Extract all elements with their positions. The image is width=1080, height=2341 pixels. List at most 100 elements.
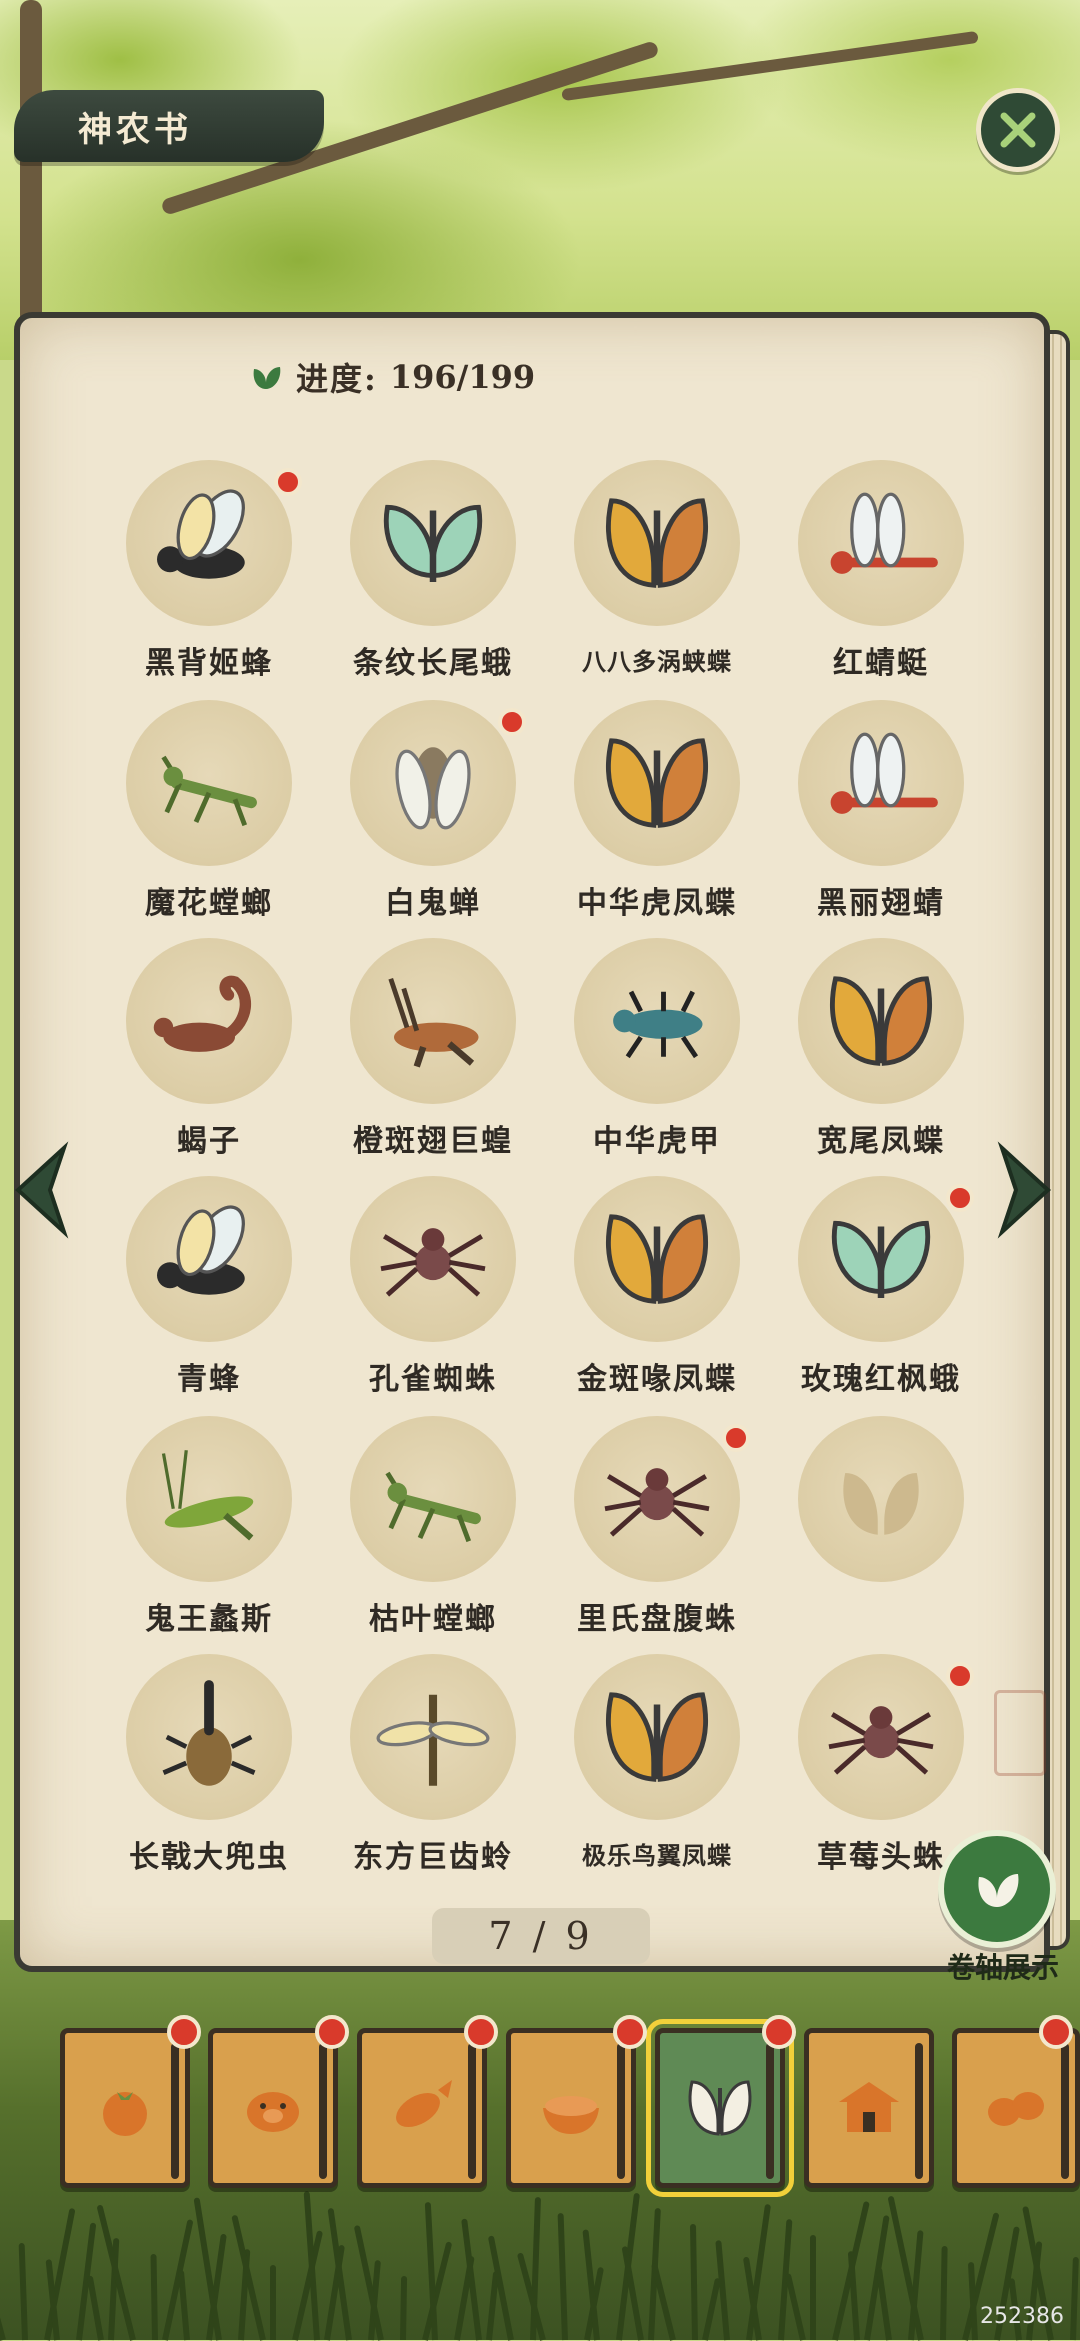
item-label: 东方巨齿蛉: [353, 1840, 513, 1875]
moth-icon: [383, 504, 483, 582]
collection-item[interactable]: 中华虎凤蝶: [552, 700, 762, 930]
house-icon: [839, 2082, 899, 2132]
scroll-display-button[interactable]: [938, 1830, 1056, 1948]
grass-blade: [689, 2223, 698, 2341]
item-label: 极乐鸟翼凤蝶: [582, 1841, 732, 1870]
category-tab[interactable]: [952, 2015, 1080, 2188]
item-label: 黑背姬蜂: [145, 646, 273, 681]
spider-icon: [604, 1468, 710, 1537]
item-portrait: [798, 1654, 964, 1820]
beetle-icon: [613, 990, 703, 1059]
next-page-arrow[interactable]: [992, 1140, 1062, 1240]
item-label: 红蜻蜓: [833, 646, 929, 681]
item-label: 鬼王蠡斯: [145, 1602, 273, 1637]
page-title: 神农书: [14, 90, 324, 162]
grass-blade: [231, 2214, 266, 2341]
item-portrait: [798, 700, 964, 866]
locust-icon: [388, 977, 479, 1068]
collection-item[interactable]: 条纹长尾蛾: [328, 460, 538, 690]
collection-item[interactable]: 白鬼蝉: [328, 700, 538, 930]
category-tab[interactable]: [357, 2015, 498, 2188]
progress-indicator: 进度: 196/199: [248, 352, 535, 402]
grass-blade: [847, 2251, 860, 2341]
mantis-icon: [385, 1471, 481, 1543]
category-tab[interactable]: [208, 2015, 349, 2188]
collection-item[interactable]: 青蜂: [104, 1176, 314, 1406]
collection-item[interactable]: 鬼王蠡斯: [104, 1416, 314, 1646]
category-tab[interactable]: [506, 2015, 647, 2188]
seal-stamp: [994, 1690, 1046, 1776]
item-portrait: [574, 1176, 740, 1342]
new-badge: [722, 1424, 750, 1452]
collection-item[interactable]: 中华虎甲: [552, 938, 762, 1168]
collection-item[interactable]: 黑背姬蜂: [104, 460, 314, 690]
item-portrait: [574, 700, 740, 866]
collection-item[interactable]: 东方巨齿蛉: [328, 1654, 538, 1884]
item-portrait: [350, 700, 516, 866]
locked-butterfly-icon: [843, 1473, 919, 1535]
collection-item[interactable]: 玫瑰红枫蛾: [776, 1176, 986, 1406]
collection-item[interactable]: 枯叶螳螂: [328, 1416, 538, 1646]
new-badge: [946, 1184, 974, 1212]
item-portrait: [126, 1654, 292, 1820]
collection-item[interactable]: 长戟大兜虫: [104, 1654, 314, 1884]
collection-item[interactable]: 里氏盘腹蛛: [552, 1416, 762, 1646]
category-tab[interactable]: [804, 2028, 934, 2188]
page-indicator: 7 / 9: [432, 1908, 650, 1964]
grass-blade: [0, 2281, 6, 2341]
item-label: 白鬼蝉: [385, 886, 481, 921]
item-label: 青蜂: [177, 1362, 241, 1397]
item-portrait: [350, 1416, 516, 1582]
collection-item[interactable]: 魔花螳螂: [104, 700, 314, 930]
collection-item[interactable]: 橙斑翅巨蝗: [328, 938, 538, 1168]
collection-item-locked[interactable]: [776, 1416, 986, 1646]
item-label: 里氏盘腹蛛: [577, 1602, 737, 1637]
collection-item[interactable]: 孔雀蜘蛛: [328, 1176, 538, 1406]
collection-item[interactable]: 红蜻蜓: [776, 460, 986, 690]
spider-icon: [380, 1228, 486, 1297]
item-portrait: [574, 938, 740, 1104]
mantis-icon: [161, 755, 257, 827]
close-button[interactable]: [976, 88, 1060, 172]
spider-icon: [828, 1706, 934, 1775]
tree-trunk: [20, 0, 42, 340]
new-badge: [274, 468, 302, 496]
progress-value: 196/199: [389, 358, 536, 396]
item-label: 橙斑翅巨蝗: [353, 1124, 513, 1159]
category-tab[interactable]: [60, 2015, 201, 2188]
wasp-icon: [157, 1205, 245, 1295]
item-portrait: [798, 1176, 964, 1342]
grass-blade: [270, 2265, 276, 2340]
previous-page-arrow[interactable]: [4, 1140, 74, 1240]
collection-item[interactable]: 黑丽翅蜻: [776, 700, 986, 930]
new-badge: [464, 2015, 498, 2049]
watermark: 252386: [980, 2304, 1064, 2329]
item-portrait: [798, 1416, 964, 1582]
new-badge: [1039, 2015, 1073, 2049]
item-portrait: [798, 938, 964, 1104]
butterfly-icon: [978, 1874, 1019, 1907]
collection-item[interactable]: 宽尾凤蝶: [776, 938, 986, 1168]
item-label: 中华虎甲: [593, 1124, 721, 1159]
collection-item[interactable]: 蝎子: [104, 938, 314, 1168]
category-tab[interactable]: [646, 2015, 796, 2197]
item-label: 枯叶螳螂: [369, 1602, 497, 1637]
rice-bowl-icon: [543, 2096, 599, 2134]
scorpion-icon: [153, 975, 252, 1052]
grass-blade: [96, 2204, 136, 2341]
collection-item[interactable]: 金斑喙凤蝶: [552, 1176, 762, 1406]
dobsonfly-icon: [376, 1694, 490, 1786]
grass-blade: [784, 2273, 806, 2341]
item-label: 孔雀蜘蛛: [369, 1362, 497, 1397]
moth-icon: [831, 1220, 931, 1298]
collection-item[interactable]: 八八多涡蛱蝶: [552, 460, 762, 690]
item-portrait: [798, 460, 964, 626]
grass-blade: [940, 2245, 948, 2341]
item-label: 宽尾凤蝶: [817, 1124, 945, 1159]
collection-item[interactable]: 极乐鸟翼凤蝶: [552, 1654, 762, 1884]
item-portrait: [574, 1654, 740, 1820]
persimmon-icon: [103, 2092, 147, 2136]
grass-blade: [303, 2191, 320, 2341]
item-portrait: [126, 1416, 292, 1582]
grass-blade: [86, 2275, 104, 2341]
